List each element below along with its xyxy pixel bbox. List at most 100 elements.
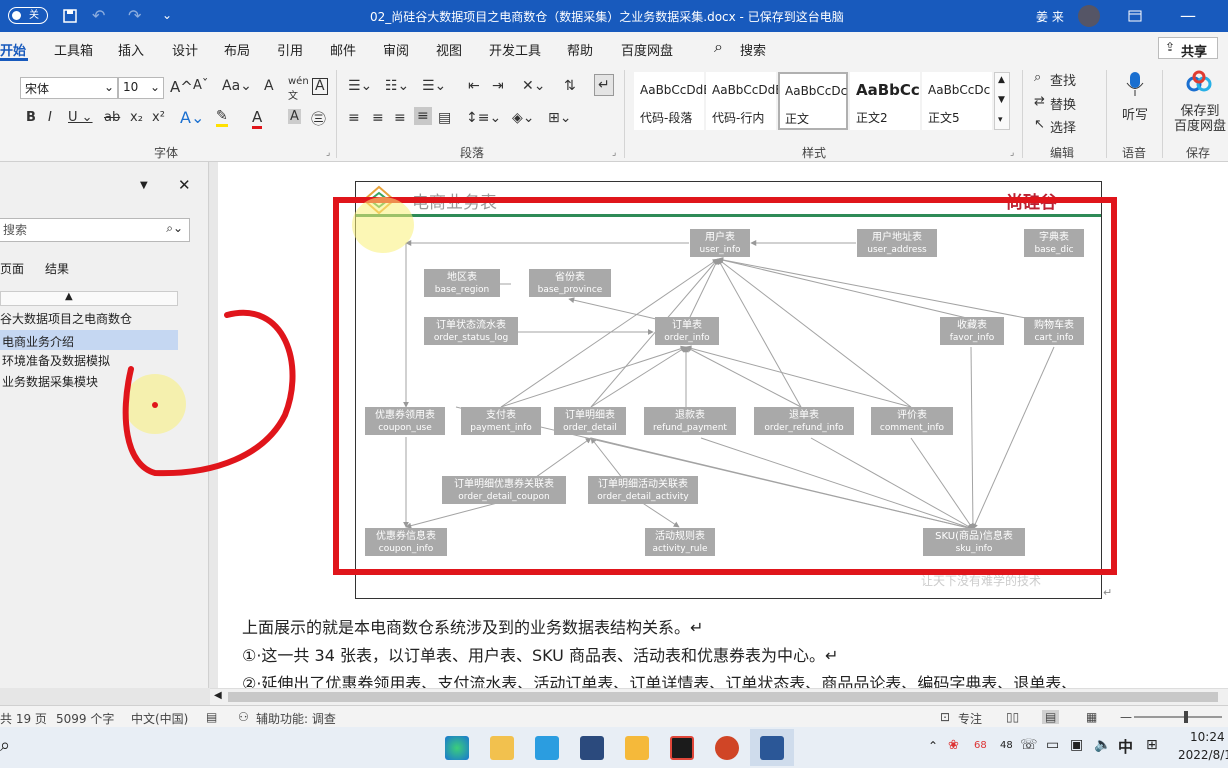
nav-item[interactable]: 环境准备及数据模拟 (2, 352, 110, 369)
phonetic-guide-icon[interactable]: wén 文 (288, 76, 309, 102)
align-left-icon[interactable]: ≡ (348, 110, 360, 126)
text-effects-icon[interactable]: A⌄ (180, 108, 204, 127)
undo-icon[interactable]: ↶ (92, 6, 105, 25)
read-mode-icon[interactable]: ▯▯ (1006, 710, 1019, 724)
shrink-font-icon[interactable]: Aˇ (193, 78, 208, 93)
horizontal-scrollbar[interactable]: ◀ (210, 688, 1228, 705)
style-code-paragraph[interactable]: AaBbCcDdE 代码-段落 (634, 72, 711, 130)
zoom-thumb[interactable] (1184, 711, 1188, 723)
find-icon[interactable]: ⌕ (1034, 70, 1041, 85)
italic-icon[interactable]: I (48, 110, 52, 125)
microphone-icon[interactable] (1124, 70, 1146, 98)
edge-icon[interactable] (445, 736, 469, 760)
accessibility-icon[interactable]: ⚇ (238, 710, 249, 724)
word-count[interactable]: 5099 个字 (56, 710, 114, 727)
volume-icon[interactable]: 🔈 (1094, 737, 1111, 753)
accessibility-status[interactable]: 辅助功能: 调查 (256, 710, 336, 727)
justify-icon[interactable]: ≡ (414, 107, 432, 125)
close-icon[interactable]: ✕ (178, 176, 191, 194)
style-code-inline[interactable]: AaBbCcDdE 代码-行内 (706, 72, 783, 130)
sort-icon[interactable]: ⇅ (564, 78, 576, 94)
minimize-icon[interactable]: — (1180, 6, 1196, 25)
nav-item[interactable]: 谷大数据项目之电商数仓 (0, 310, 132, 327)
language-status[interactable]: 中文(中国) (131, 710, 188, 727)
find-button[interactable]: 查找 (1050, 70, 1076, 89)
tab-baidu-netdisk[interactable]: 百度网盘 (621, 40, 673, 59)
collapse-heading-button[interactable]: ▲ (0, 291, 178, 306)
web-layout-icon[interactable]: ▦ (1086, 710, 1097, 724)
char-shading-icon[interactable]: A (288, 109, 301, 124)
pane-options-icon[interactable]: ▼ (140, 180, 148, 191)
replace-button[interactable]: 替换 (1050, 94, 1076, 113)
nav-search-input[interactable]: 搜索 ⌕⌄ (0, 218, 190, 242)
terminal-icon[interactable] (580, 736, 604, 760)
bold-icon[interactable]: B (26, 110, 36, 125)
styles-scroll[interactable]: ▲ ▼ ▾ (994, 72, 1010, 130)
increase-indent-icon[interactable]: ⇥ (492, 78, 504, 94)
font-color-icon[interactable]: A (252, 108, 263, 129)
font-name-select[interactable]: 宋体 ⌄ (20, 77, 118, 99)
folder-icon[interactable] (625, 736, 649, 760)
app-icon[interactable] (535, 736, 559, 760)
focus-mode[interactable]: 专注 (958, 710, 982, 727)
multilevel-list-icon[interactable]: ☰⌄ (422, 78, 446, 94)
customize-qat-icon[interactable]: ⌄ (162, 8, 172, 22)
tab-review[interactable]: 审阅 (383, 40, 409, 59)
clock-date[interactable]: 2022/8/1 (1178, 748, 1228, 762)
change-case-icon[interactable]: Aa⌄ (222, 78, 252, 94)
dictate-button[interactable]: 听写 (1122, 104, 1148, 123)
underline-icon[interactable]: U ⌄ (68, 110, 93, 125)
dialog-launcher-icon[interactable]: ⌟ (1010, 148, 1014, 158)
scroll-left-icon[interactable]: ◀ (214, 690, 222, 701)
align-right-icon[interactable]: ≡ (394, 110, 406, 126)
highlight-icon[interactable]: ✎ (216, 108, 228, 127)
distributed-icon[interactable]: ▤ (438, 110, 451, 126)
avatar[interactable] (1078, 5, 1100, 27)
dialog-launcher-icon[interactable]: ⌟ (326, 148, 330, 158)
show-marks-icon[interactable]: ↵ (594, 74, 614, 96)
align-center-icon[interactable]: ≡ (372, 110, 384, 126)
baidu-netdisk-icon[interactable] (1186, 70, 1212, 94)
search-label[interactable]: 搜索 (740, 40, 766, 59)
autosave-toggle[interactable]: 关 (8, 7, 48, 24)
ribbon-display-icon[interactable] (1128, 10, 1142, 22)
display-icon[interactable]: ▭ (1046, 737, 1059, 753)
share-button[interactable]: ⇪ 共享 (1158, 37, 1218, 60)
chevron-up-icon[interactable]: ⌃ (928, 739, 938, 753)
ime-indicator[interactable]: 中 (1118, 736, 1133, 757)
tab-results[interactable]: 结果 (45, 260, 69, 277)
tab-insert[interactable]: 插入 (118, 40, 144, 59)
intellij-icon[interactable] (670, 736, 694, 760)
subscript-icon[interactable]: x₂ (130, 110, 143, 125)
tab-toolbox[interactable]: 工具箱 (54, 40, 93, 59)
save-icon[interactable] (62, 8, 78, 24)
battery-icon[interactable]: ▣ (1070, 737, 1083, 753)
powerpoint-icon[interactable] (715, 736, 739, 760)
tab-help[interactable]: 帮助 (567, 40, 593, 59)
line-spacing-icon[interactable]: ↕≡⌄ (466, 110, 501, 126)
replace-icon[interactable]: ⇄ (1034, 94, 1045, 109)
tab-pages[interactable]: 页面 (0, 260, 24, 277)
tab-mailings[interactable]: 邮件 (330, 40, 356, 59)
page-count[interactable]: 共 19 页 (0, 710, 47, 727)
strikethrough-icon[interactable]: ab (104, 110, 120, 125)
dialog-launcher-icon[interactable]: ⌟ (612, 148, 616, 158)
scroll-thumb[interactable] (228, 692, 1218, 702)
search-icon[interactable]: ⌕ (0, 735, 10, 756)
tab-home[interactable]: 开始 (0, 40, 26, 59)
macro-icon[interactable]: ▤ (206, 710, 217, 724)
superscript-icon[interactable]: x² (152, 110, 165, 125)
select-button[interactable]: 选择 (1050, 117, 1076, 136)
save-to-baidu-button[interactable]: 保存到 百度网盘 (1174, 104, 1226, 134)
tab-layout[interactable]: 布局 (224, 40, 250, 59)
style-normal5[interactable]: AaBbCcDc 正文5 (922, 72, 992, 130)
ime-mode-icon[interactable]: ⊞ (1146, 737, 1158, 753)
tab-references[interactable]: 引用 (277, 40, 303, 59)
weather-icon[interactable]: ❀ (948, 738, 959, 753)
grow-font-icon[interactable]: A^ (170, 78, 193, 96)
style-normal[interactable]: AaBbCcDc 正文 (778, 72, 848, 130)
focus-icon[interactable]: ⊡ (940, 710, 950, 724)
user-name[interactable]: 姜 来 (1036, 8, 1064, 25)
file-explorer-icon[interactable] (490, 736, 514, 760)
paragraph-1[interactable]: 上面展示的就是本电商数仓系统涉及到的业务数据表结构关系。↵ (242, 614, 703, 638)
